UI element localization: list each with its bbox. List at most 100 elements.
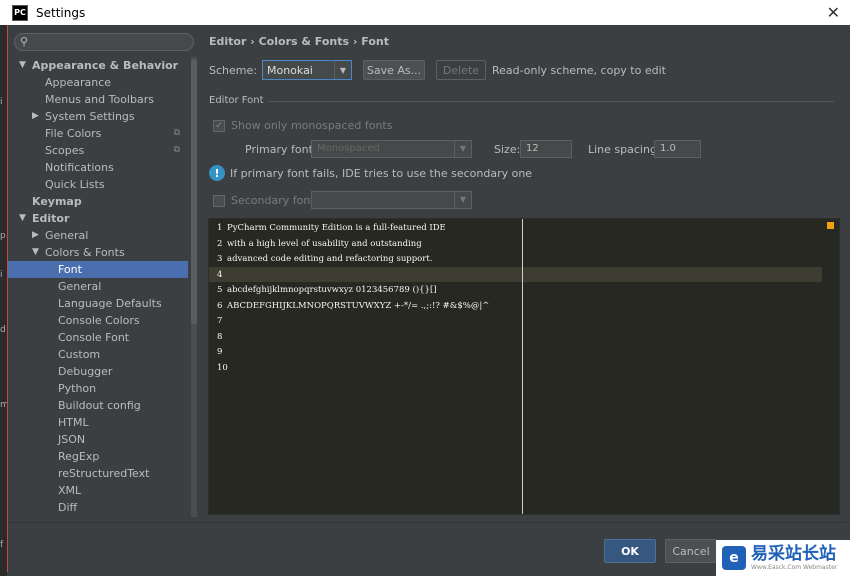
sidebar-item[interactable]: Font [8, 261, 188, 278]
sidebar-item-label: Buildout config [58, 399, 141, 412]
scheme-label: Scheme: [209, 63, 257, 77]
sidebar-item[interactable]: XML [8, 482, 188, 499]
font-size-input[interactable]: 12 [520, 140, 572, 158]
sidebar-item[interactable]: Console Colors [8, 312, 188, 329]
sidebar-item-label: File Colors [45, 127, 102, 140]
sidebar-item-label: Scopes [45, 144, 85, 157]
sidebar-item[interactable]: Buildout config [8, 397, 188, 414]
sidebar-item[interactable]: ▼ Colors & Fonts [8, 244, 188, 261]
info-icon: ! [209, 165, 225, 181]
cancel-button[interactable]: Cancel [665, 539, 717, 563]
sidebar-item-label: Keymap [32, 195, 82, 208]
settings-dialog: ⚲ ▼ Appearance & Behavior Appearance Menus … [7, 25, 846, 573]
collapse-arrow-icon[interactable]: ▶ [32, 227, 39, 244]
sidebar-scrollbar[interactable] [191, 57, 197, 517]
checkbox-checked-icon: ✓ [213, 119, 225, 132]
title-bar: PC Settings ✕ [0, 0, 850, 25]
font-preview-editor[interactable]: 1 PyCharm Community Edition is a full-fea… [208, 218, 840, 515]
mono-only-checkbox[interactable]: ✓ Show only monospaced fonts [213, 119, 392, 132]
sidebar-item-label: General [45, 229, 89, 242]
scrollbar-thumb[interactable] [191, 59, 197, 324]
edge-glyph: d [0, 325, 6, 335]
preview-line: 5 abcdefghijklmnopqrstuvwxyz 0123456789 (… [217, 283, 437, 298]
edge-glyph: f [0, 540, 4, 550]
line-number: 4 [217, 269, 223, 280]
sidebar-item-label: Language Defaults [58, 297, 162, 310]
sidebar-item[interactable]: RegExp [8, 448, 188, 465]
sidebar-item[interactable]: Custom [8, 346, 188, 363]
sidebar-item-label: reStructuredText [58, 467, 150, 480]
preview-line: 7 [217, 314, 227, 329]
sidebar-item-label: Appearance [45, 76, 112, 89]
ok-button[interactable]: OK [604, 539, 656, 563]
window-title: Settings [36, 5, 86, 20]
sidebar-item[interactable]: Menus and Toolbars [8, 91, 188, 108]
sidebar-item[interactable]: ▼ Appearance & Behavior [8, 57, 188, 74]
sidebar-item[interactable]: ▼ Editor [8, 210, 188, 227]
editor-font-section-title: Editor Font [209, 95, 264, 106]
delete-button[interactable]: Delete [435, 60, 486, 80]
sidebar-item-label: XML [58, 484, 82, 497]
sidebar-item[interactable]: ▶ System Settings [8, 108, 188, 125]
sidebar-item[interactable]: General [8, 278, 188, 295]
sidebar-item-label: Python [58, 382, 97, 395]
preview-line: 9 [217, 345, 227, 360]
line-number: 1 [217, 223, 223, 233]
close-icon[interactable]: ✕ [827, 3, 840, 22]
preview-line: 8 [217, 330, 227, 345]
save-as-button[interactable]: Save As... [362, 60, 425, 80]
sidebar-item[interactable]: ▶ General [8, 227, 188, 244]
project-scope-icon: ⧉ [173, 145, 180, 155]
sidebar-item[interactable]: JSON [8, 431, 188, 448]
sidebar-item-label: Custom [58, 348, 101, 361]
chevron-down-icon: ▼ [454, 141, 471, 157]
chevron-down-icon: ▼ [333, 61, 351, 79]
secondary-font-info: ! If primary font fails, IDE tries to us… [209, 165, 532, 181]
sidebar-item-label: System Settings [45, 110, 135, 123]
sidebar-item[interactable]: Appearance [8, 74, 188, 91]
secondary-font-select[interactable]: ▼ [311, 191, 472, 209]
collapse-arrow-icon[interactable]: ▶ [32, 108, 39, 125]
sidebar-item[interactable]: Diff [8, 499, 188, 516]
secondary-font-checkbox[interactable]: Secondary font: [213, 194, 318, 207]
background-window-edge: i p i d m f [0, 25, 9, 576]
scheme-select[interactable]: Monokai ▼ [261, 60, 352, 80]
sidebar-item[interactable]: Debugger [8, 363, 188, 380]
search-icon: ⚲ [20, 35, 29, 48]
sidebar-item[interactable]: File Colors ⧉ [8, 125, 188, 142]
sidebar-item[interactable]: Quick Lists [8, 176, 188, 193]
edge-glyph: p [0, 231, 6, 241]
preview-line: 10 [217, 361, 228, 376]
sidebar-item-label: Colors & Fonts [45, 246, 125, 259]
sidebar-item[interactable]: Python [8, 380, 188, 397]
line-number: 9 [217, 347, 223, 357]
size-label: Size: [494, 143, 521, 156]
sidebar-item[interactable]: Console Font [8, 329, 188, 346]
sidebar-item-label: HTML [58, 416, 89, 429]
line-spacing-input[interactable]: 1.0 [654, 140, 701, 158]
watermark-logo-icon: e [722, 546, 746, 570]
right-margin-guide [522, 219, 523, 514]
expand-arrow-icon[interactable]: ▼ [19, 210, 26, 227]
chevron-down-icon: ▼ [454, 192, 471, 208]
expand-arrow-icon[interactable]: ▼ [19, 57, 26, 74]
preview-text: abcdefghijklmnopqrstuvwxyz 0123456789 ()… [227, 285, 437, 295]
sidebar-item[interactable]: Language Defaults [8, 295, 188, 312]
settings-search-input[interactable]: ⚲ [14, 33, 194, 51]
expand-arrow-icon[interactable]: ▼ [32, 244, 39, 261]
line-number: 3 [217, 254, 223, 264]
sidebar-item[interactable]: Scopes ⧉ [8, 142, 188, 159]
preview-line: 3 advanced code editing and refactoring s… [217, 252, 432, 267]
sidebar-item[interactable]: reStructuredText [8, 465, 188, 482]
sidebar-item[interactable]: HTML [8, 414, 188, 431]
primary-font-select[interactable]: Monospaced ▼ [311, 140, 472, 158]
sidebar-item[interactable]: Keymap [8, 193, 188, 210]
breadcrumb: Editor › Colors & Fonts › Font [209, 35, 389, 48]
sidebar-item-label: Debugger [58, 365, 113, 378]
watermark-subtitle: Www.Easck.Com Webmaster [751, 563, 838, 571]
preview-text: advanced code editing and refactoring su… [227, 254, 433, 264]
sidebar-item[interactable]: Notifications [8, 159, 188, 176]
project-scope-icon: ⧉ [173, 128, 180, 138]
sidebar-item-label: Diff [58, 501, 78, 514]
preview-text: with a high level of usability and outst… [227, 238, 422, 249]
